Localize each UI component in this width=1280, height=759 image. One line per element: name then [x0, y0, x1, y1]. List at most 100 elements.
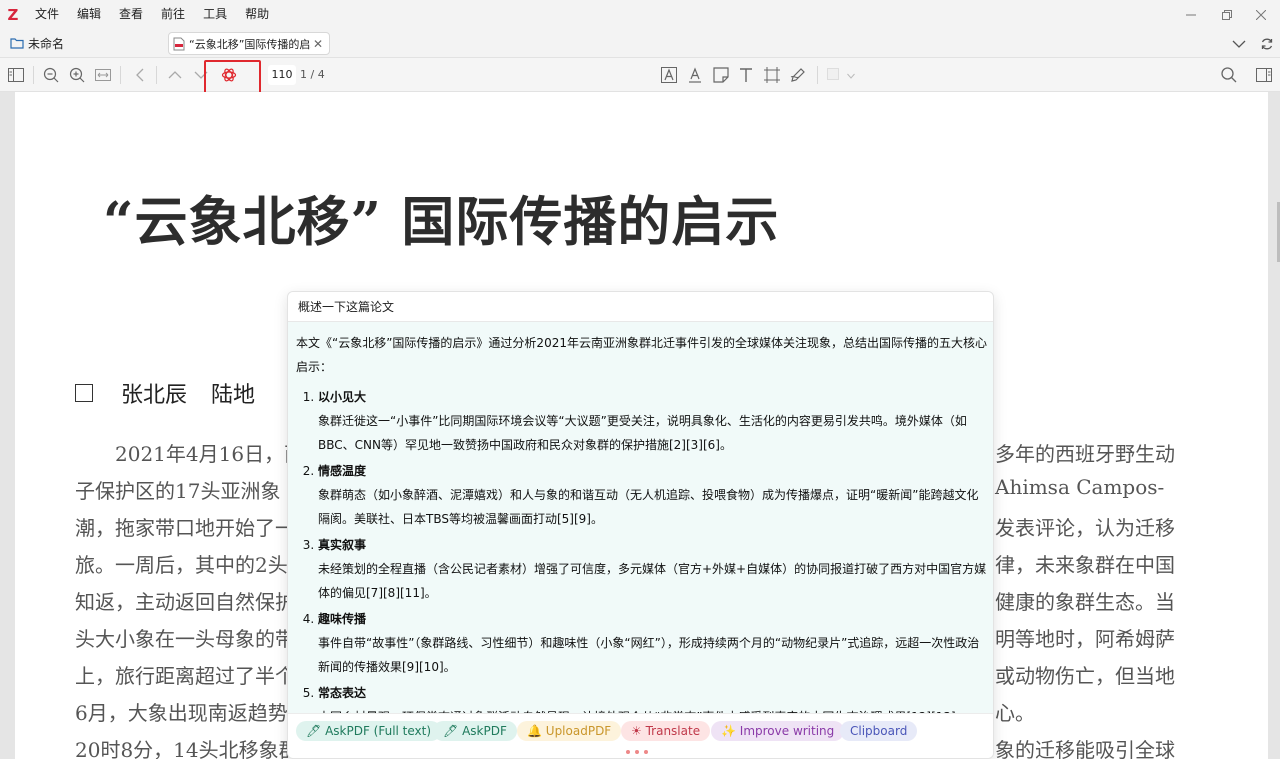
ai-query-text: 概述一下这篇论文	[288, 292, 993, 322]
text-box-button[interactable]	[737, 66, 755, 84]
menu-file[interactable]: 文件	[26, 0, 68, 29]
zoom-out-button[interactable]	[42, 66, 60, 84]
point-detail: 象群萌态（如小象醉酒、泥潭嬉戏）和人与象的和谐互动（无人机追踪、投喂食物）成为传…	[318, 488, 979, 526]
body-text-line: 知返，主动返回自然保护	[75, 590, 295, 614]
highlight-text-button[interactable]	[686, 66, 704, 84]
askpdf-button[interactable]: 🖊 AskPDF	[433, 721, 517, 741]
draw-button[interactable]	[789, 66, 807, 84]
chip-label: Clipboard	[850, 724, 908, 738]
tab-library[interactable]: 未命名	[0, 35, 64, 52]
text-icon	[740, 68, 752, 82]
ai-answer-point: 以小见大象群迁徙这一“小事件”比同期国际环境会议等“大议题”更受关注，说明具象化…	[318, 385, 987, 457]
chevron-down-icon[interactable]	[1232, 39, 1246, 49]
body-text-line: 2021年4月16日，西	[115, 442, 305, 466]
body-text-line: 潮，拖家带口地开始了一	[75, 516, 295, 540]
toolbar-separator	[817, 66, 818, 84]
search-button[interactable]	[1220, 66, 1238, 84]
ai-answer-list: 以小见大象群迁徙这一“小事件”比同期国际环境会议等“大议题”更受关注，说明具象化…	[296, 385, 987, 713]
fit-width-button[interactable]	[94, 66, 112, 84]
underline-text-icon	[689, 67, 701, 83]
body-text-line: 健康的象群生态。当	[995, 590, 1175, 614]
close-window-button[interactable]	[1241, 0, 1280, 29]
clipboard-button[interactable]: Clipboard	[840, 721, 918, 741]
tab-document-label: “云象北移”国际传播的启示	[189, 37, 311, 51]
body-text-line: 发表评论，认为迁移	[995, 516, 1175, 540]
body-text-line: 心。	[995, 701, 1035, 725]
menu-bar: Z 文件 编辑 查看 前往 工具 帮助	[0, 0, 1280, 29]
ai-answer-popup: 概述一下这篇论文 本文《“云象北移”国际传播的启示》通过分析2021年云南亚洲象…	[287, 291, 994, 759]
author-name: 陆地	[211, 383, 256, 408]
chip-label: AskPDF (Full text)	[325, 724, 432, 738]
point-title: 以小见大	[318, 390, 367, 404]
loading-dots	[626, 750, 648, 754]
body-text-line: 律，未来象群在中国	[995, 553, 1175, 577]
ai-answer-point: 常态表达中国乡村景观、环保常态通过象群活动自然呈现，让境外观众从“非常态”事件中…	[318, 681, 987, 713]
menu-go[interactable]: 前往	[152, 0, 194, 29]
ai-answer-intro: 本文《“云象北移”国际传播的启示》通过分析2021年云南亚洲象群北迁事件引发的全…	[296, 336, 987, 374]
toggle-context-pane-button[interactable]	[1255, 66, 1273, 84]
pdf-file-icon	[173, 37, 185, 50]
body-text-line: 旅。一周后，其中的2头	[75, 553, 288, 577]
text-select-icon	[661, 67, 677, 83]
toolbar-separator	[33, 66, 34, 84]
point-title: 趣味传播	[318, 612, 367, 626]
tab-bar: 未命名 “云象北移”国际传播的启示 ✕	[0, 29, 1280, 58]
improve-writing-button[interactable]: ✨ Improve writing	[711, 721, 845, 741]
page-title: “云象北移” 国际传播的启示	[103, 191, 780, 253]
point-title: 常态表达	[318, 686, 367, 700]
menu-help[interactable]: 帮助	[236, 0, 278, 29]
body-text-line: 6月，大象出现南返趋势	[75, 701, 288, 725]
menu-view[interactable]: 查看	[110, 0, 152, 29]
area-select-button[interactable]	[763, 66, 781, 84]
area-select-icon	[764, 67, 780, 83]
chip-label: AskPDF	[462, 724, 507, 738]
pen-icon: 🖊	[306, 724, 322, 738]
sync-icon[interactable]	[1260, 37, 1274, 51]
translate-button[interactable]: ☀ Translate	[621, 721, 711, 741]
tab-library-label: 未命名	[28, 36, 65, 51]
point-detail: 中国乡村景观、环保常态通过象群活动自然呈现，让境外观众从“非常态”事件中感受到真…	[318, 705, 987, 713]
page-number-input[interactable]: 110	[268, 65, 296, 85]
body-text-line: 象的迁移能吸引全球	[995, 738, 1175, 759]
ai-answer-point: 真实叙事未经策划的全程直播（含公民记者素材）增强了可信度，多元媒体（官方+外媒+…	[318, 533, 987, 605]
sidebar-icon	[8, 68, 24, 82]
toolbar-separator	[156, 66, 157, 84]
ai-answer-point: 趣味传播事件自带“故事性”（象群路线、习性细节）和趣味性（小象“网红”），形成持…	[318, 607, 987, 679]
uploadpdf-button[interactable]: 🔔 UploadPDF	[517, 721, 622, 741]
point-detail: 事件自带“故事性”（象群路线、习性细节）和趣味性（小象“网红”），形成持续两个月…	[318, 636, 980, 674]
chip-label: Translate	[645, 724, 701, 738]
tab-document[interactable]: “云象北移”国际传播的启示 ✕	[168, 32, 330, 55]
toggle-sidebar-button[interactable]	[7, 66, 25, 84]
authors-line: 张北辰 陆地	[75, 377, 279, 409]
menu-tools[interactable]: 工具	[194, 0, 236, 29]
body-text-line: 多年的西班牙野生动	[995, 442, 1175, 466]
ai-action-bar: 🖊 AskPDF (Full text) 🖊 AskPDF 🔔 UploadPD…	[288, 713, 993, 758]
point-title: 情感温度	[318, 464, 367, 478]
select-text-button[interactable]	[660, 66, 678, 84]
previous-page-button[interactable]	[166, 66, 184, 84]
menu-edit[interactable]: 编辑	[68, 0, 110, 29]
tab-close-icon[interactable]: ✕	[311, 37, 325, 51]
page-total-label: 1 / 4	[300, 68, 325, 81]
ai-answer-point: 情感温度象群萌态（如小象醉酒、泥潭嬉戏）和人与象的和谐互动（无人机追踪、投喂食物…	[318, 459, 987, 531]
zoom-in-button[interactable]	[68, 66, 86, 84]
chip-label: Improve writing	[739, 724, 835, 738]
note-button[interactable]	[712, 66, 730, 84]
body-text-line: 20时8分，14头北移象群	[75, 738, 299, 759]
navigate-back-button[interactable]	[131, 66, 149, 84]
body-text-line: 子保护区的17头亚洲象	[75, 479, 281, 503]
askpdf-full-text-button[interactable]: 🖊 AskPDF (Full text)	[296, 721, 442, 741]
color-picker-dropdown[interactable]	[842, 67, 860, 85]
body-text-line: 头大小象在一头母象的带	[75, 627, 295, 651]
body-text-line: 上，旅行距离超过了半个	[75, 664, 295, 688]
toolbar-separator	[120, 66, 121, 84]
point-detail: 象群迁徙这一“小事件”比同期国际环境会议等“大议题”更受关注，说明具象化、生活化…	[318, 414, 967, 452]
sun-icon: ☀	[631, 724, 642, 738]
body-text-line: Ahimsa Campos-	[995, 475, 1165, 499]
restore-icon	[1222, 9, 1232, 20]
color-picker-swatch[interactable]	[827, 68, 839, 80]
fit-width-icon	[95, 69, 111, 81]
bell-icon: 🔔	[527, 724, 542, 738]
minimize-button[interactable]	[1171, 0, 1211, 29]
ai-answer-body[interactable]: 本文《“云象北移”国际传播的启示》通过分析2021年云南亚洲象群北迁事件引发的全…	[288, 323, 993, 713]
